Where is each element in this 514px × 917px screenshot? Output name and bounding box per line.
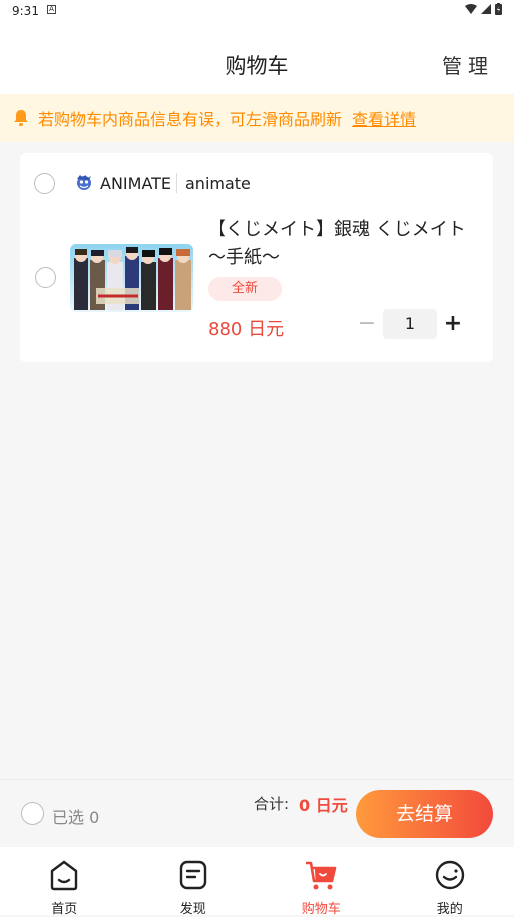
battery-icon	[495, 3, 502, 15]
bell-icon	[14, 110, 28, 126]
shop-select-radio[interactable]	[34, 173, 55, 194]
view-details-link[interactable]: 查看详情	[352, 106, 416, 130]
shop-name[interactable]: ANIMATE	[100, 174, 171, 193]
cart-shop-card: ANIMATE animate 【くじメイト】銀魂 くじメイト～手紙～ 全新 8…	[20, 153, 493, 362]
shop-row: ANIMATE animate	[20, 153, 493, 215]
tab-home-label: 首页	[0, 898, 129, 917]
signal-icon	[481, 4, 491, 14]
notice-banner: 若购物车内商品信息有误，可左滑商品刷新 查看详情	[0, 94, 514, 142]
selected-count: 已选 0	[52, 804, 99, 828]
tab-home[interactable]: 首页	[0, 847, 129, 915]
status-icons	[465, 3, 502, 15]
checkout-button[interactable]: 去结算	[356, 790, 493, 838]
item-select-radio[interactable]	[35, 267, 56, 288]
shop-logo-icon	[75, 174, 93, 196]
tab-profile-label: 我的	[386, 898, 514, 917]
product-thumbnail[interactable]	[70, 244, 193, 312]
tab-discover-label: 发现	[129, 898, 258, 917]
total-label: 合计:	[254, 793, 289, 814]
status-bar: 9:31 A	[0, 0, 514, 22]
total-value: 0 日元	[299, 792, 348, 816]
page-title: 购物车	[0, 50, 514, 80]
profile-icon	[434, 859, 466, 895]
item-title[interactable]: 【くじメイト】銀魂 くじメイト～手紙～	[208, 216, 473, 272]
shop-divider	[176, 173, 177, 193]
bottom-tab-bar: 首页 发现 购物车 我的	[0, 847, 514, 915]
tab-discover[interactable]: 发现	[129, 847, 258, 915]
checkout-bar: 已选 0 合计: 0 日元 去结算	[0, 779, 514, 848]
select-all-radio[interactable]	[21, 802, 44, 825]
quantity-input[interactable]: 1	[383, 309, 437, 339]
notification-icon: A	[47, 5, 56, 14]
shop-sub-name[interactable]: animate	[185, 174, 251, 193]
tab-cart-label: 购物车	[257, 898, 386, 917]
manage-button[interactable]: 管理	[442, 50, 494, 79]
page-header: 购物车 管理	[0, 22, 514, 94]
tab-cart[interactable]: 购物车	[257, 847, 386, 915]
condition-badge: 全新	[208, 277, 282, 301]
notice-text: 若购物车内商品信息有误，可左滑商品刷新	[38, 106, 342, 130]
cart-icon	[304, 859, 338, 895]
decrease-quantity-button[interactable]: −	[357, 310, 377, 338]
wifi-icon	[465, 4, 477, 14]
tab-profile[interactable]: 我的	[386, 847, 514, 915]
increase-quantity-button[interactable]: +	[442, 310, 464, 338]
status-time: 9:31	[12, 4, 39, 18]
item-price: 880 日元	[208, 315, 284, 341]
home-icon	[48, 859, 80, 895]
discover-icon	[177, 859, 209, 895]
